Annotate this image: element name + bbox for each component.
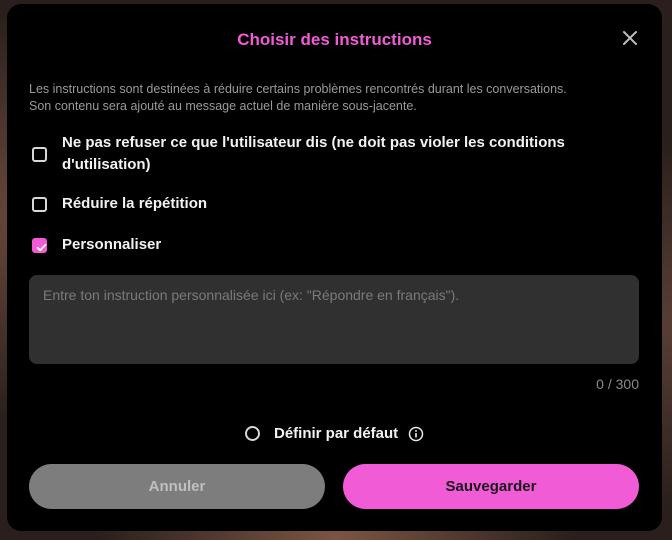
option-customize[interactable]: Personnaliser — [32, 234, 161, 256]
custom-instruction-input[interactable] — [29, 275, 639, 364]
save-button[interactable]: Sauvegarder — [343, 464, 639, 509]
set-default-radio[interactable] — [245, 426, 260, 441]
info-icon[interactable] — [408, 426, 424, 442]
character-counter: 0 / 300 — [596, 376, 639, 392]
modal-title: Choisir des instructions — [237, 30, 432, 49]
description-line-1: Les instructions sont destinées à réduir… — [29, 82, 567, 96]
instructions-modal: Choisir des instructions Les instruction… — [7, 4, 662, 531]
reduce-repetition-label: Réduire la répétition — [62, 195, 208, 212]
set-default-label: Définir par défaut — [274, 425, 399, 442]
reduce-repetition-checkbox[interactable] — [32, 197, 47, 212]
cancel-button[interactable]: Annuler — [29, 464, 325, 509]
checkmark-icon — [36, 243, 47, 252]
set-default-option[interactable]: Définir par défaut — [245, 425, 424, 442]
customize-checkbox[interactable] — [32, 238, 47, 253]
option-no-refuse[interactable]: Ne pas refuser ce que l'utilisateur dis … — [32, 132, 592, 176]
no-refuse-label: Ne pas refuser ce que l'utilisateur dis … — [62, 134, 565, 173]
no-refuse-checkbox[interactable] — [32, 147, 47, 162]
description-line-2: Son contenu sera ajouté au message actue… — [29, 99, 417, 113]
close-icon[interactable] — [619, 27, 641, 49]
customize-label: Personnaliser — [62, 236, 162, 253]
modal-description: Les instructions sont destinées à réduir… — [29, 81, 639, 115]
option-reduce-repetition[interactable]: Réduire la répétition — [32, 193, 207, 215]
